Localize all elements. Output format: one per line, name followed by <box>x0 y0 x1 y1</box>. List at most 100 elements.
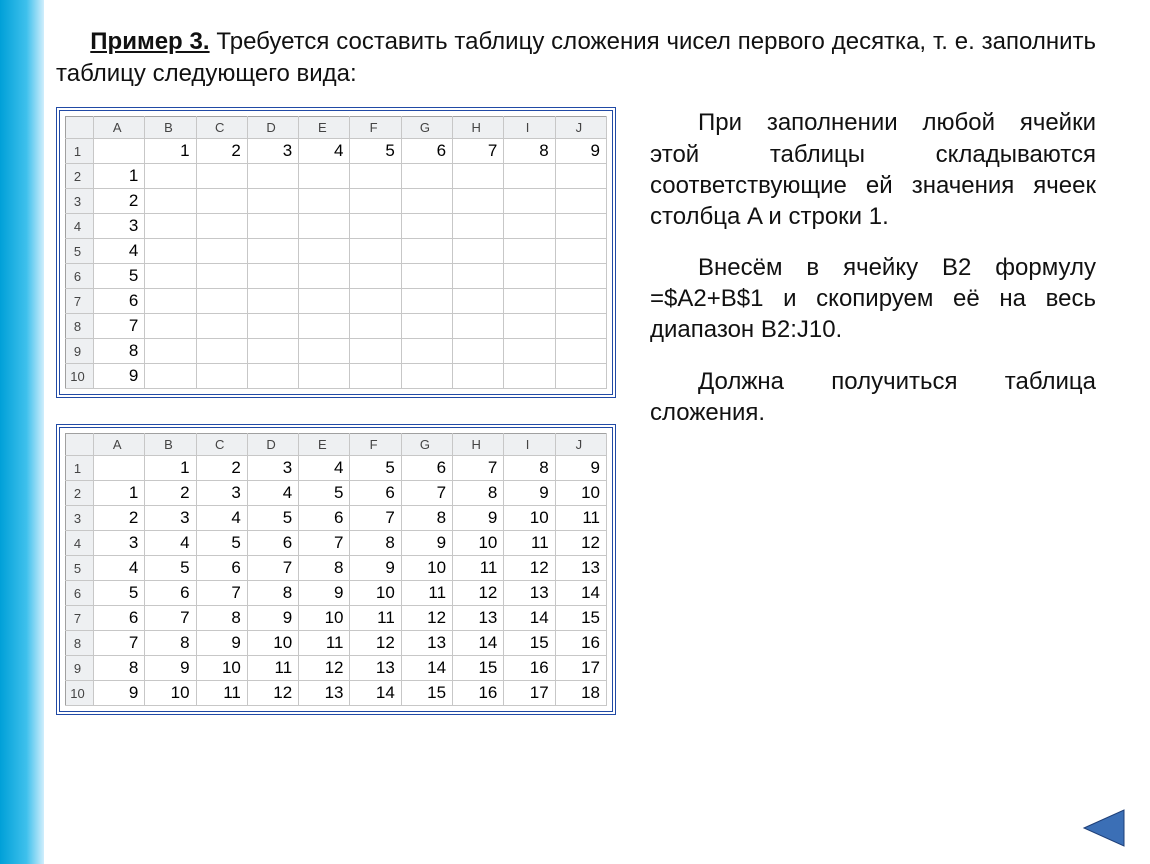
cell: 11 <box>555 506 606 531</box>
cell <box>504 189 555 214</box>
cell: 9 <box>504 481 555 506</box>
cell: 3 <box>94 531 145 556</box>
cell: 12 <box>453 581 504 606</box>
cell: 5 <box>299 481 350 506</box>
cell <box>196 264 247 289</box>
cell <box>401 264 452 289</box>
spreadsheet-filled: ABCDEFGHIJ112345678921234567891032345678… <box>56 424 616 715</box>
row-header: 4 <box>66 214 94 239</box>
cell: 8 <box>453 481 504 506</box>
cell <box>401 239 452 264</box>
column-header: H <box>453 117 504 139</box>
cell <box>555 314 606 339</box>
cell <box>504 314 555 339</box>
cell: 3 <box>145 506 196 531</box>
cell: 9 <box>299 581 350 606</box>
cell: 12 <box>401 606 452 631</box>
row-header: 2 <box>66 481 94 506</box>
row-header: 9 <box>66 656 94 681</box>
cell <box>94 456 145 481</box>
cell <box>196 364 247 389</box>
cell: 5 <box>350 456 401 481</box>
cell: 2 <box>145 481 196 506</box>
cell <box>196 289 247 314</box>
spreadsheet-empty: ABCDEFGHIJ11234567892132435465768798109 <box>56 107 616 398</box>
cell: 2 <box>196 139 247 164</box>
cell <box>247 364 298 389</box>
cell <box>196 339 247 364</box>
cell <box>453 339 504 364</box>
cell <box>504 214 555 239</box>
cell <box>555 289 606 314</box>
cell: 15 <box>453 656 504 681</box>
row-header: 1 <box>66 139 94 164</box>
cell: 6 <box>299 506 350 531</box>
cell <box>555 264 606 289</box>
cell <box>145 239 196 264</box>
cell <box>555 214 606 239</box>
row-header: 5 <box>66 239 94 264</box>
cell: 7 <box>145 606 196 631</box>
cell <box>350 214 401 239</box>
cell <box>350 289 401 314</box>
cell: 8 <box>145 631 196 656</box>
column-header: C <box>196 434 247 456</box>
cell: 16 <box>555 631 606 656</box>
cell <box>299 314 350 339</box>
cell: 9 <box>94 681 145 706</box>
column-header: G <box>401 117 452 139</box>
cell: 5 <box>247 506 298 531</box>
cell <box>453 314 504 339</box>
cell <box>453 264 504 289</box>
cell <box>145 264 196 289</box>
cell <box>145 289 196 314</box>
cell: 6 <box>401 456 452 481</box>
column-header: D <box>247 434 298 456</box>
cell: 1 <box>94 481 145 506</box>
cell <box>401 364 452 389</box>
cell <box>247 289 298 314</box>
cell: 6 <box>145 581 196 606</box>
row-header: 10 <box>66 681 94 706</box>
column-header: F <box>350 434 401 456</box>
example-label: Пример 3. <box>90 28 209 55</box>
cell: 12 <box>299 656 350 681</box>
cell: 4 <box>94 556 145 581</box>
cell: 10 <box>350 581 401 606</box>
cell: 9 <box>401 531 452 556</box>
cell: 12 <box>504 556 555 581</box>
row-header: 5 <box>66 556 94 581</box>
cell <box>299 239 350 264</box>
cell: 11 <box>247 656 298 681</box>
row-header: 1 <box>66 456 94 481</box>
cell: 14 <box>350 681 401 706</box>
cell: 9 <box>555 139 606 164</box>
sheet-corner <box>66 117 94 139</box>
cell <box>299 289 350 314</box>
sidebar-gradient <box>0 0 44 864</box>
cell: 7 <box>299 531 350 556</box>
cell: 15 <box>555 606 606 631</box>
cell: 7 <box>401 481 452 506</box>
cell <box>401 289 452 314</box>
cell <box>299 339 350 364</box>
cell <box>453 239 504 264</box>
cell: 5 <box>196 531 247 556</box>
cell: 6 <box>247 531 298 556</box>
explanation-text: При заполнении любой ячейки этой таблицы… <box>650 107 1096 715</box>
cell: 4 <box>196 506 247 531</box>
cell: 9 <box>94 364 145 389</box>
cell: 10 <box>299 606 350 631</box>
cell <box>401 339 452 364</box>
column-header: E <box>299 434 350 456</box>
cell: 10 <box>196 656 247 681</box>
cell: 9 <box>350 556 401 581</box>
cell: 4 <box>247 481 298 506</box>
cell: 12 <box>350 631 401 656</box>
cell <box>247 214 298 239</box>
column-header: B <box>145 434 196 456</box>
cell: 13 <box>453 606 504 631</box>
cell: 8 <box>94 656 145 681</box>
prev-slide-button[interactable] <box>1080 806 1128 850</box>
cell: 8 <box>504 139 555 164</box>
